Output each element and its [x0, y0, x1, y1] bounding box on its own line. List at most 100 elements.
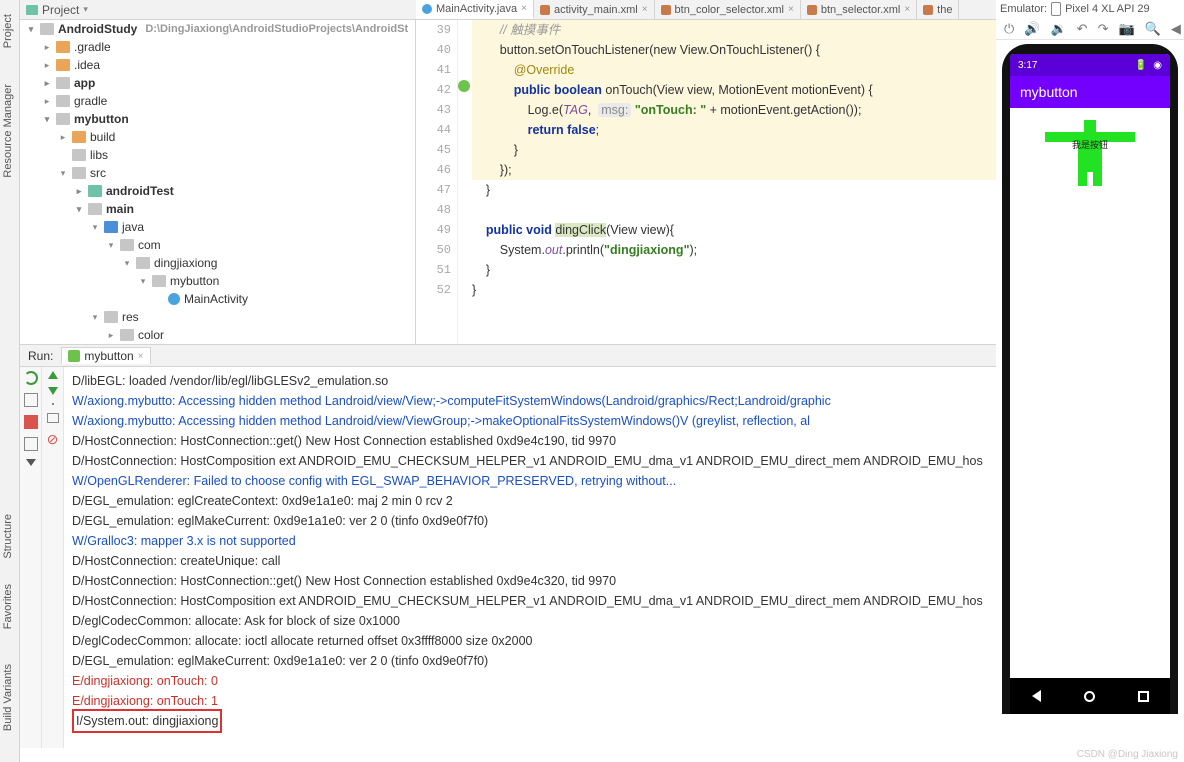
layout-icon[interactable]: [24, 437, 38, 451]
tree-build[interactable]: ▸build: [20, 128, 415, 146]
tree-res[interactable]: ▾res: [20, 308, 415, 326]
tree-app[interactable]: ▸app: [20, 74, 415, 92]
tree-libs[interactable]: libs: [20, 146, 415, 164]
log-line: W/OpenGLRenderer: Failed to choose confi…: [72, 471, 988, 491]
tree-com[interactable]: ▾com: [20, 236, 415, 254]
log-line: D/HostConnection: HostComposition ext AN…: [72, 591, 988, 611]
code-text: out: [545, 243, 562, 257]
folder-icon: [120, 329, 134, 341]
tree-label: main: [106, 202, 134, 216]
soft-wrap-icon[interactable]: [52, 403, 54, 405]
package-icon: [136, 257, 150, 269]
volume-up-icon[interactable]: 🔊: [1024, 21, 1040, 37]
project-view-label[interactable]: Project: [42, 3, 79, 17]
close-icon[interactable]: ×: [788, 4, 794, 15]
volume-down-icon[interactable]: 🔉: [1050, 21, 1066, 37]
code-editor[interactable]: 3940414243444546474849505152 // 触摸事件 but…: [416, 20, 1016, 344]
folder-icon: [56, 41, 70, 53]
close-icon[interactable]: ×: [521, 3, 527, 14]
tab-project[interactable]: Project: [0, 10, 16, 52]
tab-label: activity_main.xml: [554, 4, 638, 16]
tree-mybutton-pkg[interactable]: ▾mybutton: [20, 272, 415, 290]
code-text: "dingjiaxiong": [604, 243, 689, 257]
tree-src[interactable]: ▾src: [20, 164, 415, 182]
log-line: E/dingjiaxiong: onTouch: 1: [72, 691, 988, 711]
filter-icon[interactable]: [26, 459, 36, 466]
tab-build-variants[interactable]: Build Variants: [0, 660, 16, 735]
watermark: CSDN @Ding Jiaxiong: [1077, 749, 1178, 760]
attach-debugger-icon[interactable]: [24, 393, 38, 407]
tree-mybutton[interactable]: ▾mybutton: [20, 110, 415, 128]
emulator-device[interactable]: Pixel 4 XL API 29: [1065, 3, 1150, 15]
tree-label: color: [138, 328, 164, 342]
code-text: Log.e(: [528, 103, 563, 117]
tree-gradle[interactable]: ▸.gradle: [20, 38, 415, 56]
clear-all-icon[interactable]: ⊘: [47, 431, 59, 448]
folder-icon: [56, 95, 70, 107]
screenshot-icon[interactable]: 📷: [1118, 21, 1134, 37]
rerun-icon[interactable]: [24, 371, 38, 385]
tab-btn-color-selector[interactable]: btn_color_selector.xml ×: [655, 0, 801, 19]
code-area[interactable]: // 触摸事件 button.setOnTouchListener(new Vi…: [472, 20, 1015, 344]
tab-label: MainActivity.java: [436, 3, 517, 15]
tree-color[interactable]: ▸color: [20, 326, 415, 344]
button-label: 我是按钮: [1045, 138, 1135, 151]
app-body[interactable]: 我是按钮: [1010, 108, 1170, 678]
rotate-right-icon[interactable]: ↷: [1098, 21, 1109, 37]
tab-the[interactable]: the: [917, 0, 959, 19]
project-tree[interactable]: ▾AndroidStudyD:\DingJiaxiong\AndroidStud…: [20, 20, 416, 344]
console-output[interactable]: D/libEGL: loaded /vendor/lib/egl/libGLES…: [64, 367, 996, 748]
tree-androidtest[interactable]: ▸androidTest: [20, 182, 415, 200]
folder-icon: [88, 203, 102, 215]
tree-java[interactable]: ▾java: [20, 218, 415, 236]
tab-structure[interactable]: Structure: [0, 510, 16, 563]
app-title: mybutton: [1020, 84, 1078, 100]
tree-mainactivity-file[interactable]: MainActivity: [20, 290, 415, 308]
print-icon[interactable]: [47, 413, 59, 423]
tab-resource-manager[interactable]: Resource Manager: [0, 80, 16, 182]
nav-back-icon[interactable]: [1032, 690, 1041, 702]
code-text: + motionEvent.getAction());: [706, 103, 861, 117]
tab-activity-main[interactable]: activity_main.xml ×: [534, 0, 655, 19]
tab-btn-selector[interactable]: btn_selector.xml ×: [801, 0, 917, 19]
tab-label: btn_color_selector.xml: [675, 4, 784, 16]
tree-label: AndroidStudy: [58, 22, 137, 36]
tree-dingjiaxiong[interactable]: ▾dingjiaxiong: [20, 254, 415, 272]
chevron-down-icon[interactable]: ▾: [83, 4, 88, 15]
tree-main[interactable]: ▾main: [20, 200, 415, 218]
run-config-tab[interactable]: mybutton ×: [61, 347, 150, 364]
tree-label: src: [90, 166, 106, 180]
rotate-left-icon[interactable]: ↶: [1077, 21, 1088, 37]
tree-label: mybutton: [74, 112, 129, 126]
tree-root[interactable]: ▾AndroidStudyD:\DingJiaxiong\AndroidStud…: [20, 20, 415, 38]
close-icon[interactable]: ×: [138, 351, 144, 362]
tab-favorites[interactable]: Favorites: [0, 580, 16, 633]
zoom-in-icon[interactable]: 🔍: [1145, 21, 1161, 37]
log-line: D/eglCodecCommon: allocate: ioctl alloca…: [72, 631, 988, 651]
power-icon[interactable]: ⏻: [1004, 21, 1014, 37]
tab-label: btn_selector.xml: [821, 4, 900, 16]
close-icon[interactable]: ×: [904, 4, 910, 15]
tree-label: dingjiaxiong: [154, 256, 217, 270]
tab-mainactivity[interactable]: MainActivity.java ×: [416, 0, 534, 19]
nav-overview-icon[interactable]: [1138, 691, 1149, 702]
stop-icon[interactable]: [24, 415, 38, 429]
scroll-to-top-icon[interactable]: [48, 371, 58, 379]
tree-idea[interactable]: ▸.idea: [20, 56, 415, 74]
nav-home-icon[interactable]: [1084, 691, 1095, 702]
folder-icon: [72, 149, 86, 161]
close-icon[interactable]: ×: [642, 4, 648, 15]
module-icon: [56, 113, 70, 125]
back-icon[interactable]: ◀: [1171, 21, 1181, 37]
custom-button[interactable]: 我是按钮: [1045, 120, 1135, 186]
tree-label: androidTest: [106, 184, 174, 198]
override-gutter-icon[interactable]: [458, 80, 470, 92]
tree-gradle2[interactable]: ▸gradle: [20, 92, 415, 110]
code-text: System.: [500, 243, 545, 257]
scroll-to-end-icon[interactable]: [48, 387, 58, 395]
java-file-icon: [422, 4, 432, 14]
run-tool-column-2: ⊘: [42, 367, 64, 748]
emulator-pane: Emulator: Pixel 4 XL API 29 ⏻ 🔊 🔉 ↶ ↷ 📷 …: [996, 0, 1184, 762]
phone-screen[interactable]: 3:17 🔋 ◉ mybutton 我是按钮: [1010, 54, 1170, 714]
android-status-bar: 3:17 🔋 ◉: [1010, 54, 1170, 76]
